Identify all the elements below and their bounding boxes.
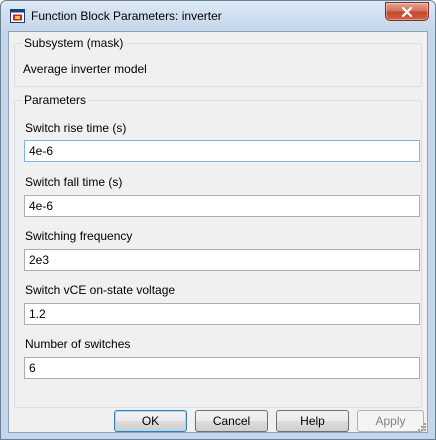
number-of-switches-label: Number of switches xyxy=(25,337,131,351)
apply-button[interactable]: Apply xyxy=(357,410,424,432)
number-of-switches-input[interactable] xyxy=(24,357,420,379)
switch-vce-voltage-input[interactable] xyxy=(24,303,420,325)
mask-type-label: Subsystem (mask) xyxy=(22,36,126,50)
dialog-window: Function Block Parameters: inverter Subs… xyxy=(0,0,436,440)
window-title: Function Block Parameters: inverter xyxy=(31,9,222,23)
help-button[interactable]: Help xyxy=(276,410,349,432)
switch-vce-voltage-label: Switch vCE on-state voltage xyxy=(25,283,176,297)
switch-fall-time-input[interactable] xyxy=(24,195,420,217)
switch-rise-time-label: Switch rise time (s) xyxy=(25,121,127,135)
cancel-button[interactable]: Cancel xyxy=(195,410,268,432)
switching-frequency-input[interactable] xyxy=(24,249,420,271)
switch-fall-time-label: Switch fall time (s) xyxy=(25,175,123,189)
title-bar[interactable]: Function Block Parameters: inverter xyxy=(1,1,435,31)
switch-rise-time-input[interactable] xyxy=(24,140,420,162)
close-button[interactable] xyxy=(385,2,429,21)
switching-frequency-label: Switching frequency xyxy=(25,229,133,243)
mask-description: Average inverter model xyxy=(23,62,147,76)
simulink-block-icon xyxy=(10,9,25,23)
dialog-content: Subsystem (mask) Average inverter model … xyxy=(8,31,428,433)
close-icon xyxy=(401,6,413,17)
ok-button[interactable]: OK xyxy=(114,410,187,432)
resize-grip-icon[interactable] xyxy=(415,420,427,432)
parameters-group-title: Parameters xyxy=(22,93,89,107)
